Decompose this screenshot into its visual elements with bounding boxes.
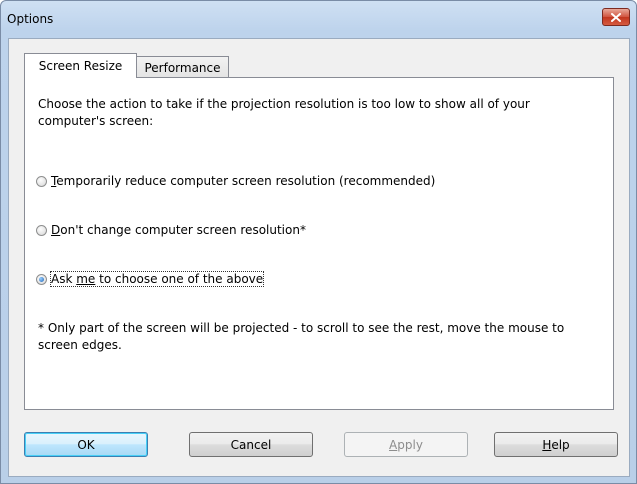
close-icon <box>611 12 621 22</box>
button-label: Apply <box>389 437 423 452</box>
cancel-button[interactable]: Cancel <box>189 432 313 457</box>
tab-screen-resize[interactable]: Screen Resize <box>24 53 137 78</box>
tab-panel: Choose the action to take if the project… <box>24 77 614 410</box>
button-label: Help <box>542 437 570 452</box>
footnote-text: * Only part of the screen will be projec… <box>38 321 565 352</box>
close-button[interactable] <box>602 8 630 26</box>
option-dont-change[interactable]: Don't change computer screen resolution* <box>36 223 306 237</box>
help-button[interactable]: Help <box>494 432 618 457</box>
window-title: Options <box>7 12 54 26</box>
option-reduce-resolution[interactable]: Temporarily reduce computer screen resol… <box>36 174 435 188</box>
dialog-client-area: Screen Resize Performance Choose the act… <box>8 38 630 477</box>
button-label: Cancel <box>230 437 272 452</box>
radio-button[interactable] <box>36 224 47 236</box>
options-dialog: Options Screen Resize Performance Choose… <box>0 0 637 484</box>
option-label: Ask me to choose one of the above <box>49 271 265 287</box>
title-bar[interactable]: Options <box>1 1 636 37</box>
radio-button-selected[interactable] <box>36 273 47 285</box>
option-ask-me[interactable]: Ask me to choose one of the above <box>36 271 265 287</box>
radio-button[interactable] <box>36 175 47 187</box>
tab-performance[interactable]: Performance <box>136 56 229 78</box>
instruction-text: Choose the action to take if the project… <box>38 97 530 128</box>
option-label: Don't change computer screen resolution* <box>51 223 306 237</box>
button-label: OK <box>77 437 95 452</box>
option-label: Temporarily reduce computer screen resol… <box>51 174 436 188</box>
apply-button[interactable]: Apply <box>344 432 468 457</box>
tab-label: Screen Resize <box>38 59 123 73</box>
tab-label: Performance <box>144 60 221 75</box>
ok-button[interactable]: OK <box>24 432 148 457</box>
